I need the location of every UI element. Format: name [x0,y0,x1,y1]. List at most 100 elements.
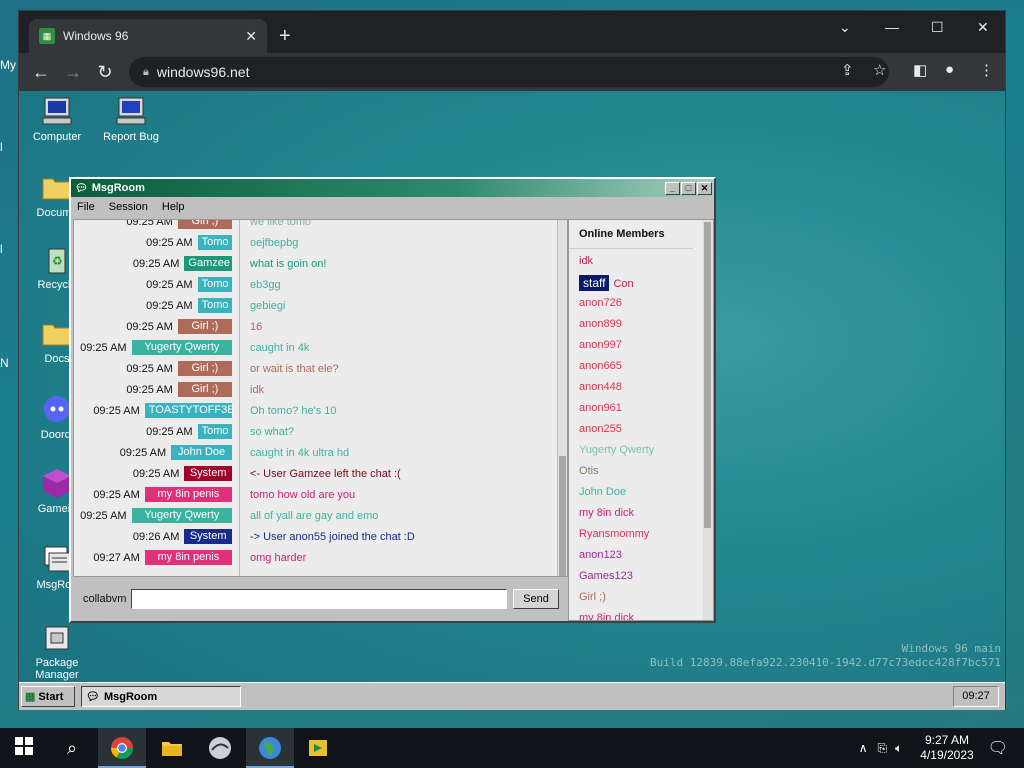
browser-tab[interactable]: ▦ Windows 96 ✕ [29,19,267,53]
minimize-icon[interactable]: — [885,19,899,35]
member-item[interactable]: anon448 [579,381,622,393]
profile-icon[interactable]: ● [945,61,954,78]
minimize-button[interactable]: _ [665,181,680,195]
show-hidden-icons-icon[interactable]: ∧ [859,741,868,755]
close-button[interactable]: ✕ [697,181,712,195]
maximize-icon[interactable]: ☐ [931,19,944,36]
member-item[interactable]: Yugerty Qwerty [579,444,654,456]
username-badge[interactable]: my 8in penis [144,487,232,502]
username-badge[interactable]: Tomo [197,298,232,313]
menu-kebab-icon[interactable]: ⋮ [979,61,994,79]
app-package-icon[interactable] [306,736,330,760]
username-badge[interactable]: Girl ;) [177,382,232,397]
network-icon[interactable]: ⎘ [877,741,887,756]
lock-icon: 🔒︎ [143,65,149,78]
maximize-button[interactable]: □ [681,181,696,195]
username-badge[interactable]: Tomo [197,277,232,292]
member-item[interactable]: anon123 [579,549,622,561]
windows-start-icon[interactable] [12,736,36,760]
message-timestamp: 09:25 AM [126,219,173,228]
members-scroll-thumb[interactable] [704,222,711,528]
volume-icon[interactable]: 🔈︎ [895,741,902,756]
notifications-icon[interactable]: 🗨︎ [988,738,1008,758]
start-logo-icon: ▦ [25,691,36,703]
taskbar-item-msgroom[interactable]: 💬︎ MsgRoom [81,686,241,707]
chat-scroll-thumb[interactable] [559,456,566,576]
member-item[interactable]: idk [579,255,593,267]
taskbar-item-label: MsgRoom [103,690,158,703]
username-badge[interactable]: Yugerty Qwerty [131,508,232,523]
package-icon [41,621,73,653]
username-badge[interactable]: TOASTYTOFF3E [144,403,235,418]
username-badge[interactable]: Tomo [197,235,232,250]
globe-icon[interactable] [258,736,282,760]
member-item[interactable]: Girl ;) [579,591,606,603]
app-sphere-icon[interactable] [208,736,232,760]
menu-help[interactable]: Help [162,201,185,213]
message-timestamp: 09:25 AM [146,299,193,312]
sidebar-icon[interactable]: ◧ [913,61,927,79]
chat-scrollbar[interactable] [557,220,567,576]
close-window-icon[interactable]: ✕ [977,19,989,36]
host-desktop-label: N [0,356,9,370]
tab-title: Windows 96 [63,29,129,43]
member-item[interactable]: anon961 [579,402,622,414]
new-tab-icon[interactable]: + [279,25,291,48]
username-badge[interactable]: Yugerty Qwerty [131,340,232,355]
forward-icon[interactable]: → [57,62,89,83]
back-icon[interactable]: ← [25,62,57,83]
message-text: oejfbepbg [250,236,299,249]
desktop-icon-computer[interactable]: Computer [19,95,97,143]
chat-log[interactable]: 09:25 AM Girl ;) we like tomo 09:25 AM Tomo o… [73,219,568,577]
msgroom-titlebar[interactable]: 💬︎ MsgRoom _ □ ✕ [71,179,714,197]
host-desktop-label: l [0,242,3,256]
member-item[interactable]: my 8in dick [579,612,634,620]
menu-session[interactable]: Session [109,201,148,213]
member-item[interactable]: Otis [579,465,599,477]
desktop-icon-package-manager[interactable]: Package Manager [19,621,97,681]
file-explorer-icon[interactable] [160,736,184,760]
message-row: 09:25 AM Yugerty Qwerty caught in 4k [74,337,554,358]
system-clock[interactable]: 9:27 AM 4/19/2023 [920,733,973,763]
username-badge[interactable]: Gamzee [184,256,232,271]
member-item[interactable]: Ryansmommy [579,528,649,540]
username-badge[interactable]: Girl ;) [177,361,232,376]
close-tab-icon[interactable]: ✕ [245,28,257,45]
username-badge[interactable]: System [184,529,232,544]
message-row: 09:25 AM Girl ;) or wait is that ele? [74,358,554,379]
member-item[interactable]: anon665 [579,360,622,372]
message-text: what is goin on! [250,257,327,270]
reload-icon[interactable]: ↻ [89,62,121,83]
menu-file[interactable]: File [77,201,95,213]
member-item[interactable]: my 8in dick [579,507,634,519]
member-item[interactable]: Games123 [579,570,633,582]
send-button[interactable]: Send [513,589,559,609]
message-input[interactable] [131,589,507,609]
message-text: omg harder [250,551,307,564]
username-badge[interactable]: John Doe [171,445,232,460]
share-icon[interactable]: ⇪ [841,61,854,79]
member-item[interactable]: anon726 [579,297,622,309]
members-scrollbar[interactable] [703,220,713,620]
message-timestamp: 09:25 AM [126,383,173,396]
username-badge[interactable]: Girl ;) [177,319,232,334]
bookmark-star-icon[interactable]: ☆ [873,61,886,79]
username-badge[interactable]: Girl ;) [177,220,232,229]
member-name: my 8in dick [579,507,635,519]
message-timestamp: 09:25 AM [132,257,180,270]
desktop-icon-report-bug[interactable]: Report Bug [91,95,171,143]
chrome-icon[interactable] [110,736,134,760]
tab-search-icon[interactable]: ⌄ [839,19,851,36]
search-icon[interactable]: ⌕ [60,736,84,760]
desktop-icon-label: Computer [32,131,82,143]
member-item[interactable]: staff Con [579,275,634,291]
member-item[interactable]: anon255 [579,423,622,435]
start-button[interactable]: ▦ Start [21,686,75,707]
username-badge[interactable]: Tomo [197,424,232,439]
member-item[interactable]: anon997 [579,339,622,351]
member-item[interactable]: John Doe [579,486,626,498]
address-bar[interactable]: 🔒︎ windows96.net [129,57,889,87]
username-badge[interactable]: my 8in penis [144,550,232,565]
username-badge[interactable]: System [184,466,232,481]
member-item[interactable]: anon899 [579,318,622,330]
